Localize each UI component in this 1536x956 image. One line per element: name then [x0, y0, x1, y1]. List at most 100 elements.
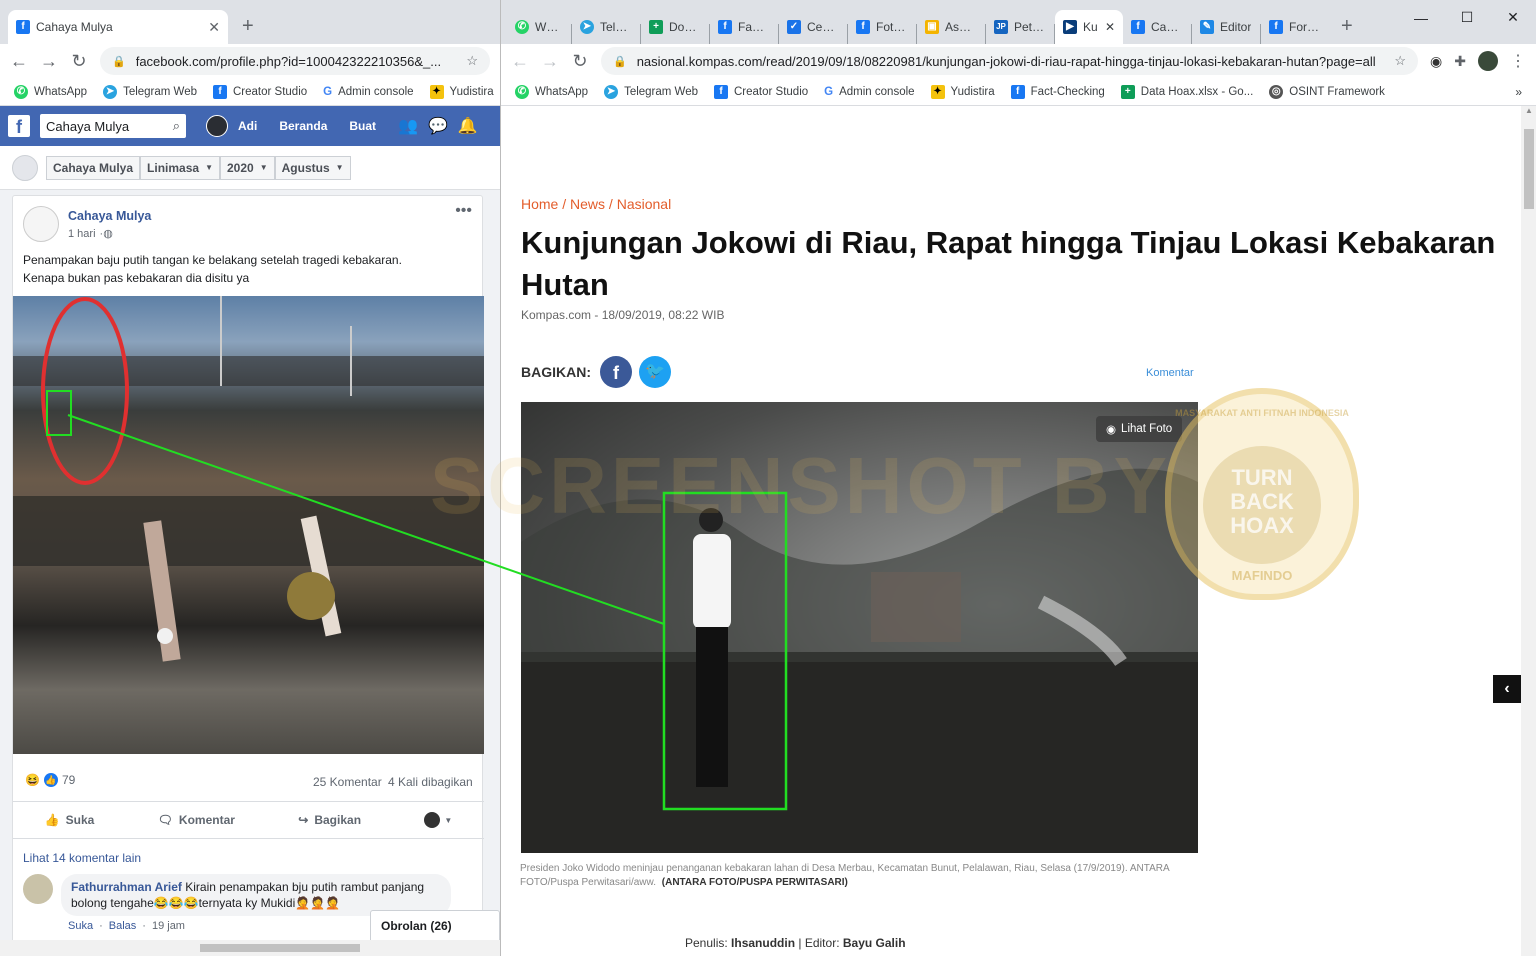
- filter-month[interactable]: Agustus ▼: [274, 155, 351, 180]
- menu-icon[interactable]: ⋮: [1510, 51, 1526, 71]
- writer-name[interactable]: Ihsanuddin: [731, 936, 795, 950]
- share-label: BAGIKAN:: [521, 364, 591, 380]
- bookmark-admin-console[interactable]: G Admin console: [824, 86, 914, 98]
- maximize-icon[interactable]: ☐: [1444, 9, 1490, 26]
- facebook-search-input[interactable]: Cahaya Mulya ⌕: [40, 114, 186, 138]
- tab-facebook[interactable]: fFacebo: [710, 10, 778, 44]
- comment-link[interactable]: Komentar: [1146, 367, 1194, 379]
- minimize-icon[interactable]: —: [1398, 10, 1444, 26]
- comment-like-link[interactable]: Suka: [68, 920, 93, 932]
- post-photo[interactable]: [13, 296, 484, 754]
- bookmark-telegram[interactable]: ➤ Telegram Web: [103, 84, 197, 99]
- tab-cek-fakta[interactable]: ✓Cek Fa: [779, 10, 847, 44]
- tab-telegram[interactable]: ➤ Telegr: [572, 10, 640, 44]
- tab-whatsapp[interactable]: ✆Whats: [507, 10, 571, 44]
- tab-cahaya-mulya[interactable]: f Cahaya Mulya ✕: [8, 10, 228, 44]
- extension-icon[interactable]: ◉: [1430, 53, 1442, 70]
- filter-profile[interactable]: Cahaya Mulya: [46, 155, 141, 180]
- bookmark-fact-checking[interactable]: f Fact-Checking: [1010, 84, 1105, 99]
- image-icon: ▣: [925, 20, 939, 34]
- bookmark-whatsapp[interactable]: ✆ WhatsApp: [14, 84, 87, 99]
- messenger-icon[interactable]: 💬: [428, 116, 448, 136]
- close-window-icon[interactable]: ✕: [1490, 9, 1536, 26]
- avatar[interactable]: [206, 115, 228, 137]
- create-link[interactable]: Buat: [349, 119, 376, 133]
- tab-dokumen[interactable]: + Dokun: [641, 10, 709, 44]
- facebook-share-icon[interactable]: f: [600, 356, 632, 388]
- bookmark-creator-studio[interactable]: f Creator Studio: [213, 84, 307, 99]
- reload-icon[interactable]: ↻: [571, 51, 589, 72]
- new-tab-icon[interactable]: +: [1341, 15, 1353, 38]
- breadcrumb-news[interactable]: News: [570, 196, 605, 212]
- view-more-comments-link[interactable]: Lihat 14 komentar lain: [23, 851, 141, 865]
- friends-icon[interactable]: 👥: [398, 116, 418, 136]
- more-bookmarks-icon[interactable]: »: [1515, 85, 1522, 99]
- share-count[interactable]: 4 Kali dibagikan: [388, 775, 473, 789]
- reload-icon[interactable]: ↻: [70, 51, 88, 72]
- close-tab-icon[interactable]: ✕: [1105, 20, 1115, 34]
- more-options-icon[interactable]: •••: [455, 202, 472, 220]
- horizontal-scrollbar[interactable]: [0, 940, 500, 956]
- comment-button[interactable]: 🗨 Komentar: [158, 813, 235, 827]
- left-address-bar[interactable]: 🔒 facebook.com/profile.php?id=1000423222…: [100, 47, 490, 75]
- breadcrumb-section[interactable]: Nasional: [617, 196, 671, 212]
- editor-name[interactable]: Bayu Galih: [843, 936, 906, 950]
- audience-selector[interactable]: ▼: [424, 812, 452, 828]
- view-photo-button[interactable]: ◉ Lihat Foto: [1096, 416, 1183, 442]
- post-timestamp[interactable]: 1 hari ·◍: [68, 227, 113, 241]
- tab-forum[interactable]: f Forum: [1261, 10, 1329, 44]
- bookmark-yudistira[interactable]: ✦ Yudistira: [930, 84, 995, 99]
- new-tab-icon[interactable]: +: [242, 15, 254, 38]
- page-avatar[interactable]: [12, 154, 38, 181]
- collapse-arrow-button[interactable]: ‹: [1493, 675, 1521, 703]
- tab-foto[interactable]: f Foto P: [848, 10, 916, 44]
- bookmark-creator-studio[interactable]: f Creator Studio: [714, 84, 808, 99]
- forward-icon[interactable]: →: [541, 51, 559, 72]
- profile-link[interactable]: Adi: [238, 119, 257, 133]
- bookmark-data-hoax[interactable]: + Data Hoax.xlsx - Go...: [1120, 84, 1253, 99]
- bookmark-whatsapp[interactable]: ✆ WhatsApp: [515, 84, 588, 99]
- tab-editor[interactable]: ✎ Editor: [1192, 10, 1260, 44]
- right-address-bar[interactable]: 🔒 nasional.kompas.com/read/2019/09/18/08…: [601, 47, 1419, 75]
- scroll-up-icon[interactable]: ▲: [1521, 106, 1536, 115]
- facebook-logo-icon[interactable]: f: [8, 115, 30, 137]
- bookmark-osint[interactable]: ◎ OSINT Framework: [1269, 84, 1385, 99]
- bookmark-telegram[interactable]: ➤ Telegram Web: [604, 84, 698, 99]
- tab-asap[interactable]: ▣Asap P: [917, 10, 985, 44]
- home-link[interactable]: Beranda: [279, 119, 327, 133]
- star-icon[interactable]: ☆: [466, 53, 478, 69]
- filter-view[interactable]: Linimasa ▼: [140, 155, 220, 180]
- comment-author[interactable]: Fathurrahman Arief: [71, 880, 182, 894]
- commenter-avatar[interactable]: [23, 874, 53, 904]
- avatar[interactable]: [1478, 51, 1498, 71]
- puzzle-icon[interactable]: ✚: [1454, 53, 1466, 70]
- close-tab-icon[interactable]: ✕: [208, 19, 220, 36]
- twitter-share-icon[interactable]: 🐦: [639, 356, 671, 388]
- breadcrumb-home[interactable]: Home: [521, 196, 558, 212]
- reaction-summary[interactable]: 😆 👍 79: [25, 773, 75, 787]
- bookmark-admin-console[interactable]: G Admin console: [323, 86, 413, 98]
- author-avatar[interactable]: [23, 206, 59, 242]
- bookmark-yudistira[interactable]: ✦ Yudistira: [429, 84, 494, 99]
- forward-icon[interactable]: →: [40, 51, 58, 72]
- vertical-scrollbar[interactable]: ▲: [1521, 106, 1536, 956]
- tab-cahaya[interactable]: f Cahay: [1123, 10, 1191, 44]
- osint-icon: ◎: [1269, 84, 1284, 99]
- notifications-icon[interactable]: 🔔: [458, 116, 478, 136]
- post-author[interactable]: Cahaya Mulya: [68, 209, 151, 223]
- like-button[interactable]: 👍 Suka: [45, 813, 95, 827]
- tab-petugas[interactable]: JPPetuga: [986, 10, 1054, 44]
- search-icon[interactable]: ⌕: [173, 118, 180, 134]
- scrollbar-thumb[interactable]: [1524, 129, 1534, 209]
- back-icon[interactable]: ←: [10, 51, 28, 72]
- star-icon[interactable]: ☆: [1394, 53, 1406, 69]
- tab-kompas[interactable]: ▶ Ku ✕: [1055, 10, 1123, 44]
- comment-reply-link[interactable]: Balas: [109, 920, 137, 932]
- back-icon[interactable]: ←: [511, 51, 529, 72]
- scrollbar-thumb[interactable]: [200, 944, 360, 952]
- share-button[interactable]: ↪ Bagikan: [298, 813, 361, 827]
- article-photo[interactable]: ◉ Lihat Foto: [521, 402, 1198, 853]
- filter-year[interactable]: 2020 ▼: [220, 155, 275, 180]
- comment-count[interactable]: 25 Komentar: [313, 775, 382, 789]
- google-icon: G: [323, 85, 333, 98]
